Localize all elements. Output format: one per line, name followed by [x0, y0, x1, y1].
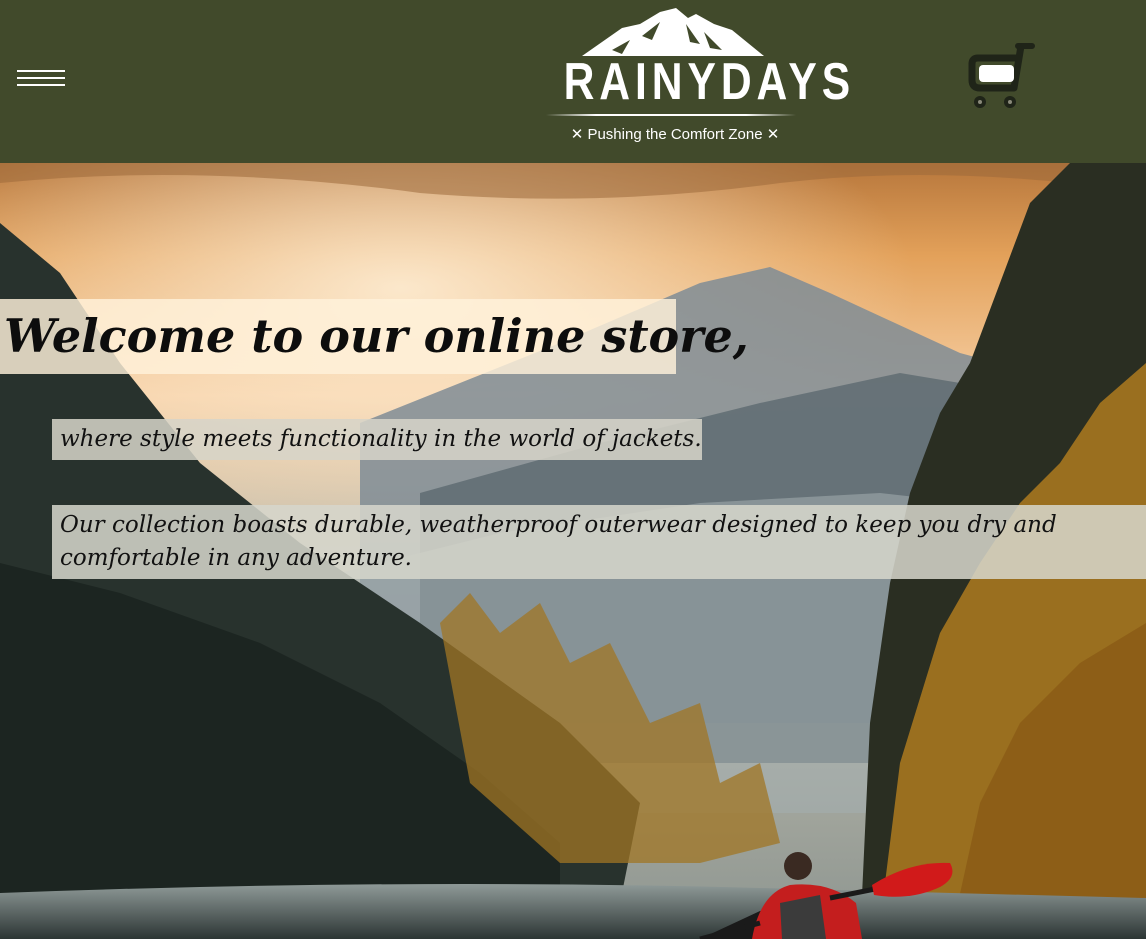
hero-section: Welcome to our online store, where style…: [0, 163, 1146, 939]
logo-tagline-row: ✕ Pushing the Comfort Zone ✕: [540, 125, 810, 143]
logo-wordmark: RAINYDAYS: [563, 53, 856, 111]
logo-divider: [546, 114, 796, 116]
hamburger-icon-line: [17, 77, 65, 79]
cart-button[interactable]: [966, 40, 1036, 112]
site-header: RAINYDAYS ✕ Pushing the Comfort Zone ✕: [0, 0, 1146, 163]
close-x-icon: ✕: [766, 126, 780, 143]
site-logo[interactable]: RAINYDAYS ✕ Pushing the Comfort Zone ✕: [540, 6, 856, 156]
hamburger-icon-line: [17, 84, 65, 86]
hamburger-icon: [17, 70, 65, 72]
hero-subtitle: where style meets functionality in the w…: [52, 419, 702, 460]
hamburger-menu-button[interactable]: [17, 70, 65, 90]
hero-description: Our collection boasts durable, weatherpr…: [52, 505, 1146, 579]
close-x-icon: ✕: [570, 126, 584, 143]
shopping-cart-icon: [968, 43, 1035, 108]
logo-tagline: Pushing the Comfort Zone: [587, 126, 763, 143]
hero-title: Welcome to our online store,: [0, 298, 749, 374]
mountain-icon: [582, 8, 764, 56]
